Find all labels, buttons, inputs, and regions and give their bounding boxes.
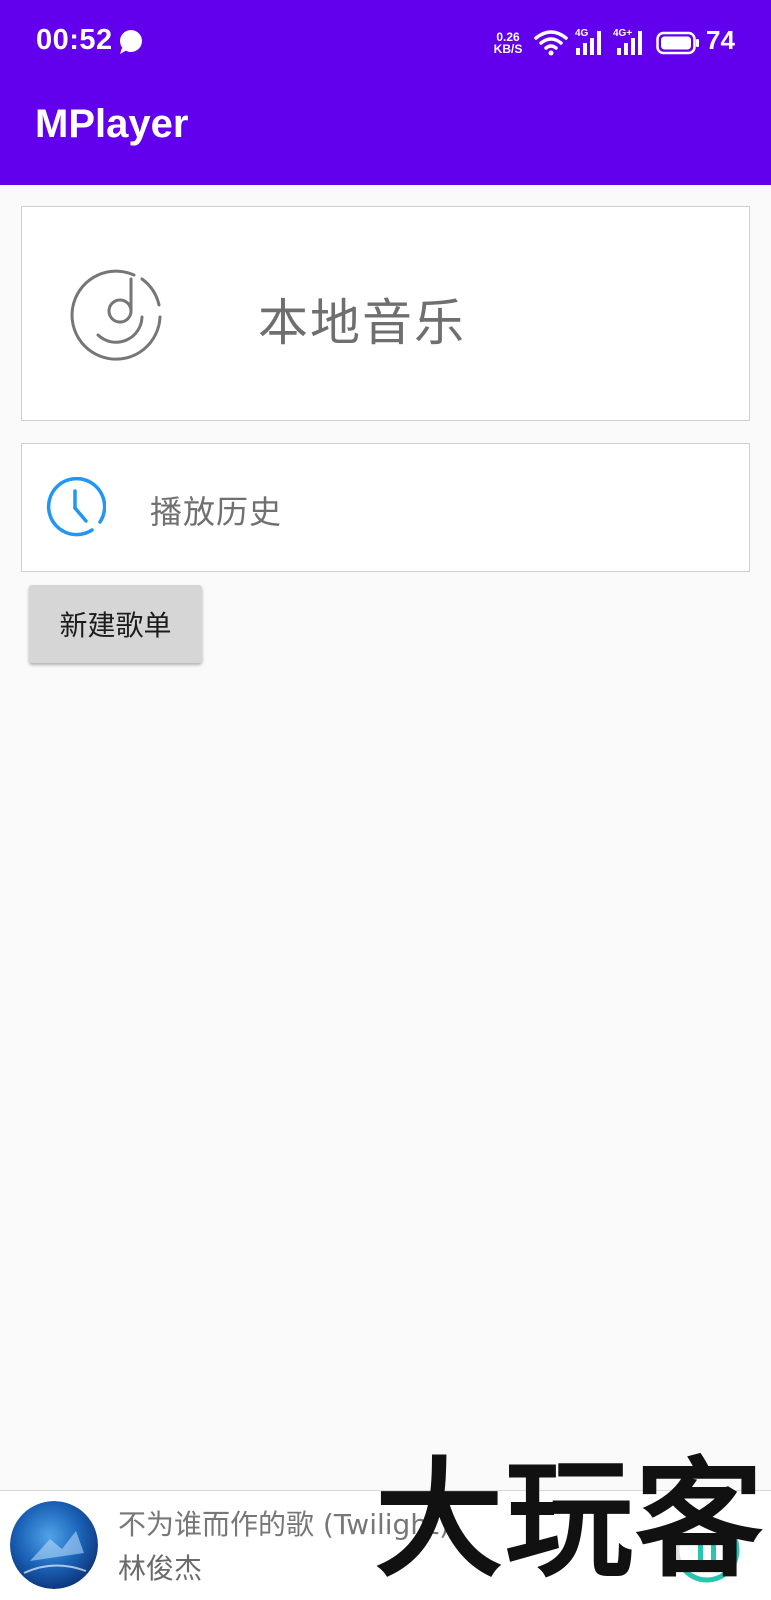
app-title: MPlayer xyxy=(35,102,189,146)
local-music-item[interactable]: 本地音乐 xyxy=(21,206,750,421)
watermark-logo: 大玩客 xyxy=(375,1452,765,1582)
screen: 00:52 0.26 KB/S 4G 4G+ 74 MPlayer 本地音乐 播… xyxy=(0,0,771,1600)
signal-4g-icon: 4G xyxy=(575,28,601,55)
battery-level: 74 xyxy=(706,25,735,55)
net-speed: 0.26 KB/S xyxy=(490,31,526,55)
status-time: 00:52 xyxy=(36,24,113,56)
signal-4g-plus-label: 4G+ xyxy=(613,28,632,39)
signal-4g-plus-icon: 4G+ xyxy=(613,28,642,55)
new-playlist-button[interactable]: 新建歌单 xyxy=(29,585,202,663)
watermark-text: 大玩客 xyxy=(375,1452,765,1582)
chat-bubble-icon xyxy=(120,30,142,54)
album-art[interactable] xyxy=(10,1501,98,1589)
battery-icon xyxy=(656,31,699,55)
net-speed-unit: KB/S xyxy=(493,42,523,56)
app-bar: MPlayer xyxy=(0,86,771,185)
music-disc-icon xyxy=(70,269,162,361)
song-artist: 林俊杰 xyxy=(118,1552,203,1585)
clock-icon xyxy=(46,477,106,537)
play-history-item[interactable]: 播放历史 xyxy=(21,443,750,572)
local-music-label: 本地音乐 xyxy=(258,294,466,352)
signal-4g-label: 4G xyxy=(575,28,589,39)
status-bar: 00:52 0.26 KB/S 4G 4G+ 74 xyxy=(0,0,771,86)
play-history-label: 播放历史 xyxy=(150,493,283,531)
wifi-icon xyxy=(534,30,568,56)
